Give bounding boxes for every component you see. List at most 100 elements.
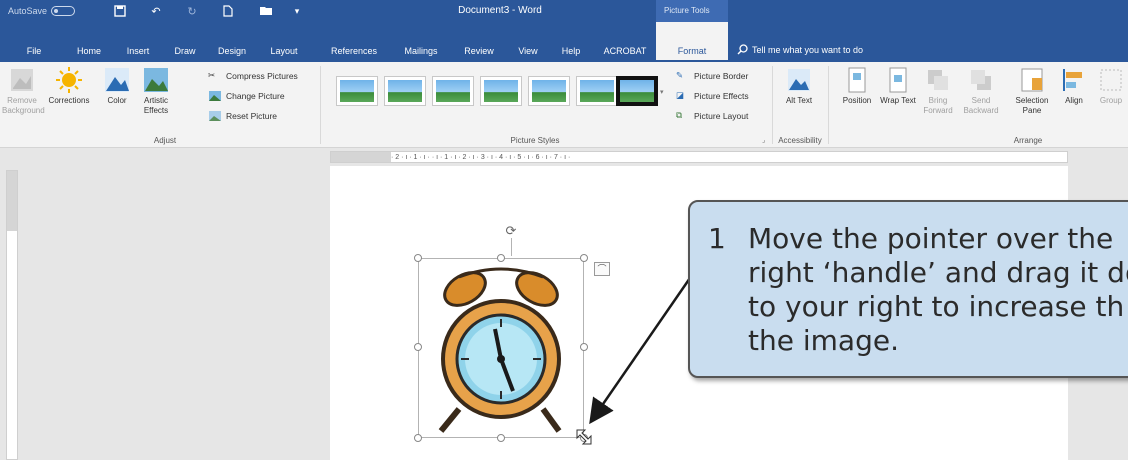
bring-forward-button[interactable]: Bring Forward	[918, 66, 958, 116]
tell-me-text: Tell me what you want to do	[752, 44, 864, 55]
rotate-icon[interactable]: ⟳	[504, 224, 518, 238]
bring-forward-icon	[928, 70, 948, 90]
picture-style-6[interactable]	[576, 76, 618, 106]
tab-file[interactable]: File	[20, 22, 48, 62]
autosave-label: AutoSave	[8, 6, 48, 16]
callout-line-3: to your right to increase th	[748, 290, 1125, 323]
horizontal-ruler[interactable]: · 2 · ı · 1 · ı · · ı · 1 · ı · 2 · ı · …	[330, 151, 1068, 163]
tab-design[interactable]: Design	[212, 22, 252, 62]
reset-picture-button[interactable]: Reset Picture	[208, 110, 277, 122]
picture-effects-button[interactable]: ◪ Picture Effects	[676, 90, 749, 102]
tab-layout[interactable]: Layout	[262, 22, 306, 62]
tab-view[interactable]: View	[512, 22, 544, 62]
tab-review[interactable]: Review	[458, 22, 500, 62]
tab-references[interactable]: References	[326, 22, 382, 62]
compress-pictures-button[interactable]: ✂ Compress Pictures	[208, 70, 298, 82]
handle-top-right[interactable]	[580, 254, 588, 262]
document-title: Document3 - Word	[458, 5, 542, 16]
send-backward-icon	[971, 70, 991, 90]
artistic-effects-button[interactable]: Artistic Effects	[136, 66, 176, 116]
clock-image-icon	[438, 267, 562, 433]
corrections-button[interactable]: Corrections	[44, 66, 94, 106]
autosave-toggle[interactable]: AutoSave	[8, 3, 96, 19]
styles-dialog-launcher-icon[interactable]: ⌟	[762, 136, 765, 144]
styles-more-icon[interactable]: ▾	[660, 88, 664, 96]
handle-top-left[interactable]	[414, 254, 422, 262]
change-picture-button[interactable]: Change Picture	[208, 90, 285, 102]
group-label: Group	[1099, 96, 1123, 105]
callout-step-number: 1	[708, 222, 726, 255]
resize-pointer-icon	[576, 429, 592, 445]
callout-line-4: the image.	[748, 324, 899, 357]
align-label: Align	[1065, 96, 1083, 105]
picture-style-5[interactable]	[528, 76, 570, 106]
title-bar: AutoSave ↶ ↻ ▾ Document3 - Word Picture …	[0, 0, 1128, 22]
new-icon[interactable]	[220, 3, 236, 19]
remove-background-icon	[11, 69, 33, 91]
group-divider	[320, 66, 321, 144]
tell-me-box[interactable]: Tell me what you want to do	[737, 44, 863, 55]
tab-format[interactable]: Format	[656, 22, 728, 60]
tab-help[interactable]: Help	[556, 22, 586, 62]
tab-acrobat[interactable]: ACROBAT	[600, 22, 650, 62]
handle-bottom[interactable]	[497, 434, 505, 442]
picture-layout-button[interactable]: ⧉ Picture Layout	[676, 110, 748, 122]
callout-text: Move the pointer over the right ‘handle’…	[748, 222, 1128, 358]
rotate-handle-line	[511, 238, 512, 256]
handle-right[interactable]	[580, 343, 588, 351]
ribbon-tab-row: File Home Insert Draw Design Layout Refe…	[0, 22, 1128, 62]
open-icon[interactable]	[258, 3, 274, 19]
picture-style-1[interactable]	[336, 76, 378, 106]
ribbon: Remove Background Corrections Color Arti…	[0, 62, 1128, 148]
group-button[interactable]: Group	[1094, 66, 1128, 106]
wrap-text-label: Wrap Text	[880, 96, 916, 105]
autosave-switch[interactable]	[51, 6, 76, 16]
position-button[interactable]: Position	[836, 66, 878, 106]
handle-bottom-left[interactable]	[414, 434, 422, 442]
selection-pane-button[interactable]: Selection Pane	[1012, 66, 1052, 116]
alt-text-button[interactable]: Alt Text	[782, 66, 816, 106]
color-button[interactable]: Color	[100, 66, 134, 106]
instruction-callout: 1 Move the pointer over the right ‘handl…	[688, 200, 1128, 378]
vertical-ruler-margin	[7, 171, 17, 231]
reset-picture-label: Reset Picture	[226, 111, 278, 121]
redo-icon[interactable]: ↻	[184, 3, 200, 19]
ruler-marks: · 2 · ı · 1 · ı · · ı · 1 · ı · 2 · ı · …	[391, 153, 571, 161]
pen-icon: ✎	[676, 70, 684, 80]
picture-styles-group-label: Picture Styles	[510, 136, 560, 145]
picture-style-3[interactable]	[432, 76, 474, 106]
selected-picture[interactable]	[418, 258, 584, 438]
wrap-text-button[interactable]: Wrap Text	[880, 66, 916, 106]
send-backward-button[interactable]: Send Backward	[960, 66, 1002, 116]
save-icon[interactable]	[112, 3, 128, 19]
group-divider	[772, 66, 773, 144]
tab-home[interactable]: Home	[70, 22, 108, 62]
layout-icon: ⧉	[676, 110, 683, 120]
send-backward-label: Send Backward	[963, 96, 999, 115]
handle-left[interactable]	[414, 343, 422, 351]
handle-top[interactable]	[497, 254, 505, 262]
picture-tools-label: Picture Tools	[656, 0, 728, 22]
tab-mailings[interactable]: Mailings	[396, 22, 446, 62]
corrections-icon	[56, 67, 82, 93]
picture-style-4[interactable]	[480, 76, 522, 106]
adjust-group-label: Adjust	[153, 136, 177, 145]
artistic-effects-icon	[144, 68, 168, 92]
vertical-ruler[interactable]	[6, 170, 18, 460]
arrange-group-label: Arrange	[1013, 136, 1043, 145]
layout-options-icon[interactable]: ⌒	[594, 262, 610, 276]
undo-icon[interactable]: ↶	[148, 3, 164, 19]
artistic-effects-label: Artistic Effects	[143, 96, 169, 115]
remove-background-label: Remove Background	[2, 96, 45, 115]
tab-insert[interactable]: Insert	[120, 22, 156, 62]
compress-icon: ✂	[208, 70, 216, 80]
customize-qat-icon[interactable]: ▾	[292, 3, 302, 19]
picture-style-7[interactable]	[616, 76, 658, 106]
remove-background-button[interactable]: Remove Background	[2, 66, 45, 116]
tab-draw[interactable]: Draw	[168, 22, 202, 62]
picture-border-button[interactable]: ✎ Picture Border	[676, 70, 748, 82]
align-button[interactable]: Align	[1058, 66, 1090, 106]
alt-text-label: Alt Text	[785, 96, 813, 105]
corrections-label: Corrections	[48, 96, 90, 105]
picture-style-2[interactable]	[384, 76, 426, 106]
